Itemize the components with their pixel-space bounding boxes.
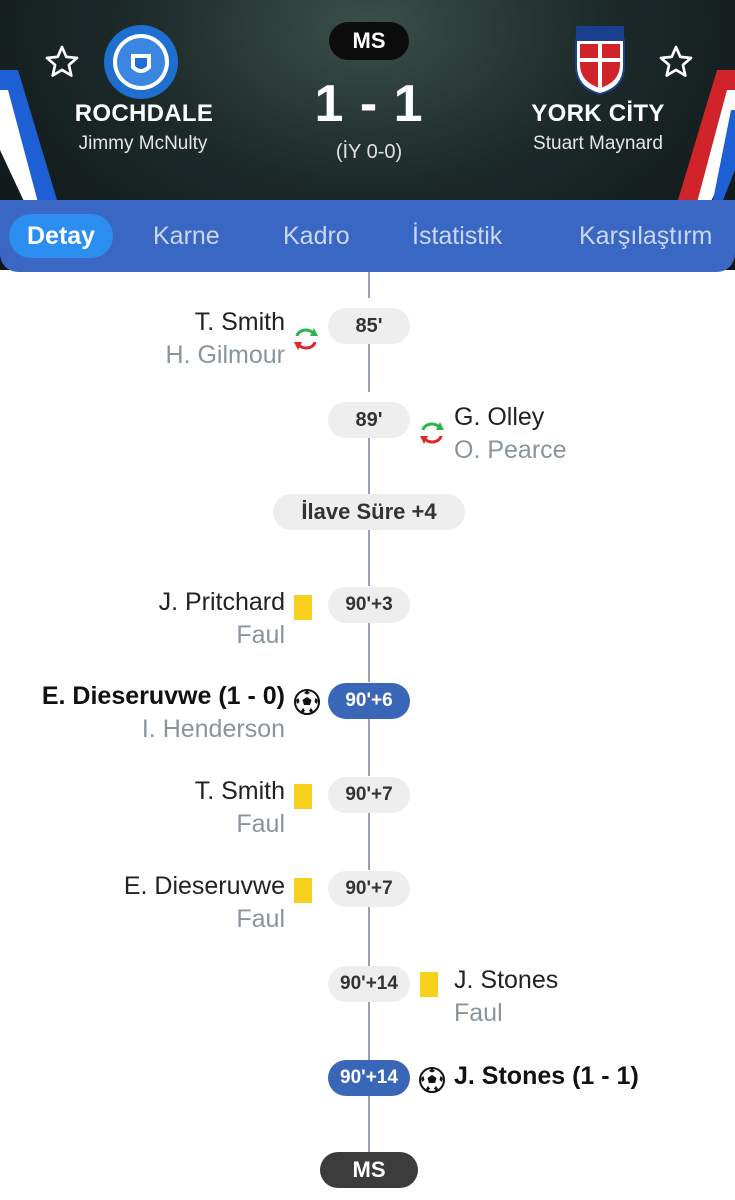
halftime-score: (İY 0-0) [335, 141, 403, 163]
away-coach-name: Stuart Maynard [533, 133, 663, 154]
match-status-badge: MS [329, 22, 409, 60]
timeline-line [368, 812, 370, 870]
yellow-card-icon [294, 595, 312, 620]
event-minute-pill: 90'+7 [328, 871, 410, 907]
event-minute-pill: 90'+14 [328, 1060, 410, 1096]
event-detail: Faul [236, 810, 285, 838]
home-team-name[interactable]: ROCHDALE [44, 100, 244, 128]
yellow-card-icon [294, 784, 312, 809]
favorite-home-star-icon[interactable] [44, 44, 80, 80]
soccer-ball-icon [419, 1067, 445, 1093]
event-player-name[interactable]: E. Dieseruvwe (1 - 0) [42, 682, 285, 711]
event-player-name[interactable]: J. Stones [454, 966, 558, 995]
tab-istatistik[interactable]: İstatistik [412, 214, 502, 258]
tab-detay[interactable]: Detay [9, 214, 114, 258]
event-minute-pill: 90'+7 [328, 777, 410, 813]
event-minute-pill: 90'+3 [328, 587, 410, 623]
substitution-icon [294, 328, 318, 350]
timeline-line [368, 1096, 370, 1152]
event-player-name[interactable]: E. Dieseruvwe [124, 872, 285, 901]
timeline-line [368, 272, 370, 298]
match-events-timeline: 85' T. Smith H. Gilmour 89' G. Olley O. … [0, 272, 735, 1200]
full-time-badge: MS [320, 1152, 418, 1188]
event-detail: Faul [236, 905, 285, 933]
home-coach-name: Jimmy McNulty [78, 133, 208, 154]
rochdale-crest-icon[interactable] [103, 24, 179, 100]
extra-time-badge: İlave Süre +4 [273, 494, 465, 530]
yellow-card-icon [420, 972, 438, 997]
timeline-line [368, 906, 370, 966]
event-player-name[interactable]: T. Smith [195, 777, 285, 806]
timeline-line [368, 438, 370, 494]
match-score: 1 - 1 [314, 75, 424, 133]
event-player-name[interactable]: J. Stones (1 - 1) [454, 1062, 639, 1091]
event-detail[interactable]: O. Pearce [454, 436, 567, 465]
away-team-name[interactable]: YORK CİTY [498, 100, 698, 128]
event-minute-pill: 90'+6 [328, 683, 410, 719]
tab-kadro[interactable]: Kadro [283, 214, 350, 258]
yellow-card-icon [294, 878, 312, 903]
timeline-line [368, 718, 370, 776]
timeline-line [368, 344, 370, 392]
event-minute-pill: 85' [328, 308, 410, 344]
event-detail: Faul [236, 621, 285, 649]
tab-karne[interactable]: Karne [153, 214, 220, 258]
tab-karsilastirma[interactable]: Karşılaştırm [579, 214, 712, 258]
favorite-away-star-icon[interactable] [658, 44, 694, 80]
timeline-line [368, 530, 370, 586]
timeline-line [368, 1002, 370, 1060]
event-detail: Faul [454, 999, 503, 1027]
event-minute-pill: 90'+14 [328, 966, 410, 1002]
event-player-name[interactable]: G. Olley [454, 403, 544, 432]
event-player-name[interactable]: T. Smith [195, 308, 285, 337]
timeline-line [368, 622, 370, 682]
event-minute-pill: 89' [328, 402, 410, 438]
soccer-ball-icon [294, 689, 320, 715]
york-city-crest-icon[interactable] [574, 24, 626, 96]
event-detail[interactable]: I. Henderson [142, 715, 285, 744]
match-tab-bar: Detay Karne Kadro İstatistik Karşılaştır… [0, 200, 735, 272]
substitution-icon [420, 422, 444, 444]
event-detail[interactable]: H. Gilmour [166, 341, 285, 370]
event-player-name[interactable]: J. Pritchard [159, 588, 285, 617]
